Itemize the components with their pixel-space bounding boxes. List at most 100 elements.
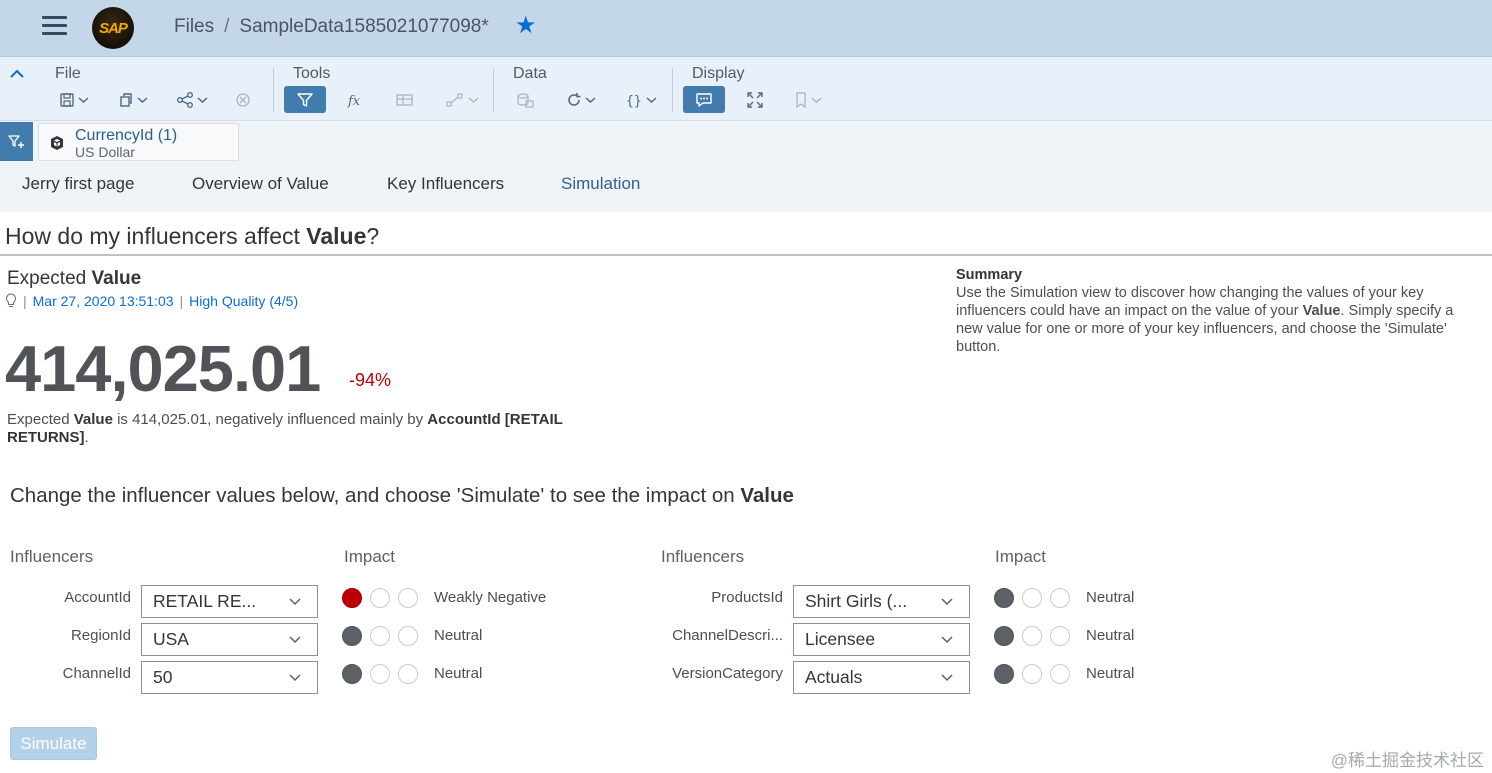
- save-button[interactable]: [55, 86, 93, 113]
- braces-icon: {}: [626, 94, 642, 108]
- breadcrumb-files-link[interactable]: Files: [174, 16, 214, 38]
- impact-dot: [1050, 588, 1070, 608]
- impact-dot: [342, 664, 362, 684]
- filter-value: US Dollar: [75, 144, 135, 160]
- filter-icon: [297, 92, 313, 107]
- prediction-quality[interactable]: High Quality (4/5): [189, 293, 298, 309]
- influencer-label: AccountId: [64, 589, 131, 606]
- toolbar-divider: [273, 68, 274, 112]
- meta-separator: |: [23, 293, 27, 309]
- filter-button[interactable]: [284, 86, 326, 113]
- table-button[interactable]: [393, 86, 417, 113]
- prediction-meta: | Mar 27, 2020 13:51:03 | High Quality (…: [5, 293, 298, 309]
- table-icon: [396, 93, 413, 106]
- title-divider: [0, 254, 1492, 256]
- regionid-select[interactable]: USA: [141, 623, 318, 656]
- impact-text: Neutral: [434, 627, 483, 644]
- dimension-cube-icon: [51, 136, 63, 150]
- chevron-down-icon: [468, 96, 479, 103]
- formula-icon: fx: [347, 94, 361, 108]
- channelid-select[interactable]: 50: [141, 661, 318, 694]
- currency-filter-token[interactable]: CurrencyId (1) US Dollar: [38, 123, 239, 161]
- impact-dot: [370, 626, 390, 646]
- impact-indicator: [342, 588, 426, 608]
- chevron-down-icon: [585, 96, 596, 103]
- summary-heading: Summary: [956, 267, 1023, 283]
- impact-dot: [398, 626, 418, 646]
- select-value: Actuals: [805, 667, 863, 687]
- tab-jerry-first-page[interactable]: Jerry first page: [22, 174, 134, 194]
- share-button[interactable]: [172, 86, 212, 113]
- question-pre: How do my influencers affect: [5, 223, 307, 249]
- cancel-button[interactable]: [232, 86, 254, 113]
- sap-logo[interactable]: SAP: [92, 7, 134, 49]
- shell-header: SAP Files / SampleData1585021077098* ★: [0, 0, 1492, 57]
- data-source-button[interactable]: [513, 86, 537, 113]
- page-tabs: Jerry first page Overview of Value Key I…: [0, 163, 1492, 212]
- impact-text: Neutral: [1086, 627, 1135, 644]
- tab-overview-of-value[interactable]: Overview of Value: [192, 174, 329, 194]
- impact-text: Neutral: [1086, 589, 1135, 606]
- chevron-down-icon: [289, 674, 301, 682]
- impact-dot: [370, 664, 390, 684]
- expected-value-description: Expected Value is 414,025.01, negatively…: [7, 411, 617, 447]
- refresh-button[interactable]: [561, 86, 601, 113]
- save-icon: [60, 92, 74, 107]
- hierarchy-button[interactable]: [441, 86, 483, 113]
- influencer-label: ChannelDescri...: [672, 627, 783, 644]
- filter-title: CurrencyId (1): [75, 127, 178, 144]
- influencer-label: ProductsId: [711, 589, 783, 606]
- tab-simulation[interactable]: Simulation: [561, 174, 640, 194]
- prediction-timestamp[interactable]: Mar 27, 2020 13:51:03: [33, 293, 174, 309]
- hierarchy-icon: [446, 92, 463, 107]
- impact-column-header: Impact: [995, 547, 1047, 566]
- versioncategory-select[interactable]: Actuals: [793, 661, 970, 694]
- chevron-down-icon: [941, 674, 953, 682]
- group-tools: Tools: [293, 65, 330, 83]
- impact-dot: [1022, 626, 1042, 646]
- data-source-icon: [517, 92, 534, 108]
- bookmark-button[interactable]: [789, 86, 827, 113]
- channeldescription-select[interactable]: Licensee: [793, 623, 970, 656]
- refresh-icon: [568, 92, 581, 106]
- expected-value-number: 414,025.01: [5, 332, 321, 405]
- change-pre: Change the influencer values below, and …: [10, 484, 741, 507]
- group-display: Display: [692, 65, 744, 83]
- select-value: RETAIL RE...: [153, 591, 257, 611]
- impact-text: Neutral: [434, 665, 483, 682]
- influencer-label: ChannelId: [62, 665, 131, 682]
- comment-button[interactable]: [683, 86, 725, 113]
- formula-button[interactable]: fx: [343, 86, 367, 113]
- toolbar-divider: [672, 68, 673, 112]
- collapse-chevron-icon[interactable]: [8, 65, 26, 83]
- productsid-select[interactable]: Shirt Girls (...: [793, 585, 970, 618]
- tab-key-influencers[interactable]: Key Influencers: [387, 174, 504, 194]
- favorite-star-icon[interactable]: ★: [515, 14, 537, 38]
- impact-column-header: Impact: [344, 547, 396, 566]
- fullscreen-button[interactable]: [743, 86, 767, 113]
- impact-dot: [342, 588, 362, 608]
- bookmark-icon: [796, 91, 806, 108]
- impact-text: Weakly Negative: [434, 589, 547, 606]
- group-file: File: [55, 65, 81, 83]
- chevron-down-icon: [646, 96, 657, 103]
- copy-button[interactable]: [113, 86, 153, 113]
- watermark: @稀土掘金技术社区: [1330, 751, 1484, 770]
- summary-text: Use the Simulation view to discover how …: [956, 284, 1476, 356]
- impact-dot: [370, 588, 390, 608]
- braces-button[interactable]: {}: [620, 86, 662, 113]
- impact-dot: [994, 626, 1014, 646]
- chevron-down-icon: [289, 598, 301, 606]
- chevron-down-icon: [941, 598, 953, 606]
- impact-dot: [342, 626, 362, 646]
- simulate-button[interactable]: Simulate: [10, 727, 97, 760]
- add-filter-button[interactable]: [0, 122, 33, 161]
- impact-dot: [1022, 588, 1042, 608]
- select-value: USA: [153, 629, 189, 649]
- influencers-column-header: Influencers: [661, 547, 745, 566]
- filter-bar: CurrencyId (1) US Dollar: [0, 121, 1492, 163]
- menu-icon[interactable]: [42, 16, 67, 36]
- accountid-select[interactable]: RETAIL RE...: [141, 585, 318, 618]
- group-title-data: Data: [513, 65, 547, 82]
- chevron-down-icon: [137, 96, 148, 103]
